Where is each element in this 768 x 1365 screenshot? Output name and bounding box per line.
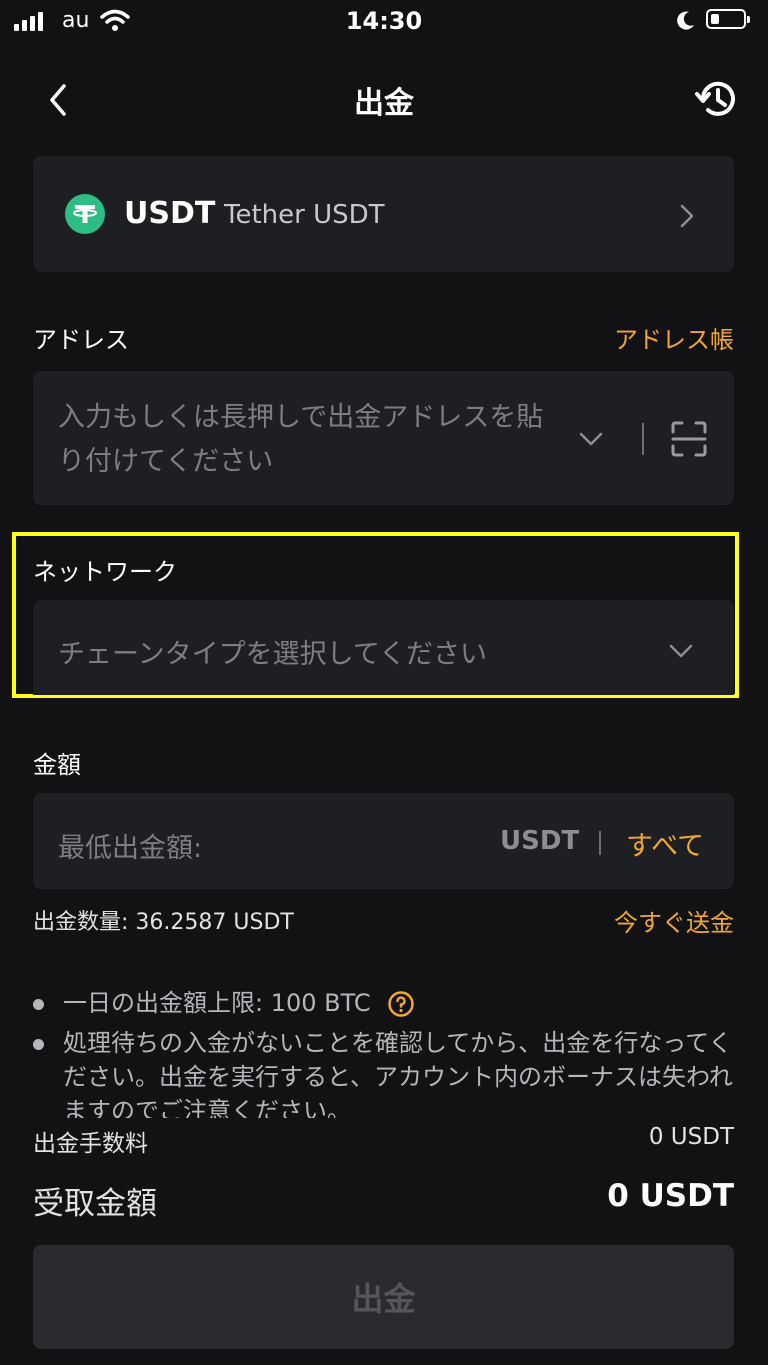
send-now-link[interactable]: 今すぐ送金 (614, 903, 734, 938)
withdraw-quantity: 出金数量: 36.2587 USDT (33, 910, 294, 935)
chevron-right-icon (680, 204, 694, 228)
address-label: アドレス (33, 326, 129, 354)
network-placeholder[interactable]: チェーンタイプを選択してください (58, 632, 487, 671)
network-label: ネットワーク (33, 558, 177, 586)
tether-icon (65, 194, 105, 234)
note-text: 一日の出金額上限: 100 BTC (63, 989, 371, 1017)
battery-icon (706, 9, 750, 29)
coin-name: Tether USDT (224, 200, 385, 230)
address-placeholder[interactable]: 入力もしくは長押しで出金アドレスを貼り付けてください (58, 396, 568, 484)
bullet (33, 999, 44, 1010)
page-title: 出金 (354, 86, 414, 121)
address-book-link[interactable]: アドレス帳 (614, 320, 734, 355)
chevron-down-icon[interactable] (576, 428, 606, 450)
withdraw-button[interactable]: 出金 (33, 1245, 734, 1349)
bullet (33, 1039, 44, 1050)
list-item: 一日の出金額上限: 100 BTC (33, 986, 734, 1020)
history-icon[interactable] (694, 76, 740, 122)
divider (642, 423, 644, 455)
clock: 14:30 (345, 7, 423, 35)
amount-placeholder[interactable]: 最低出金額: (58, 826, 202, 865)
amount-label: 金額 (33, 751, 81, 779)
help-icon[interactable] (388, 991, 415, 1017)
receive-label: 受取金額 (33, 1186, 157, 1222)
moon-icon (677, 11, 694, 30)
list-item: 処理待ちの入金がないことを確認してから、出金を行なってください。出金を実行すると… (33, 1026, 734, 1118)
chevron-down-icon[interactable] (666, 640, 696, 662)
note-text: 処理待ちの入金がないことを確認してから、出金を行なってください。出金を実行すると… (63, 1029, 733, 1118)
fee-label: 出金手数料 (33, 1131, 148, 1157)
all-amount-button[interactable]: すべて (626, 824, 704, 863)
coin-symbol: USDT (124, 196, 216, 231)
fee-value: 0 USDT (648, 1124, 734, 1150)
notes-list[interactable]: 一日の出金額上限: 100 BTC 処理待ちの入金がないことを確認してから、出金… (33, 986, 734, 1118)
scan-icon[interactable] (670, 420, 708, 458)
status-bar: au 14:30 (0, 0, 768, 44)
amount-unit: USDT (500, 826, 580, 856)
receive-value: 0 USDT (607, 1178, 734, 1214)
divider (599, 831, 601, 855)
